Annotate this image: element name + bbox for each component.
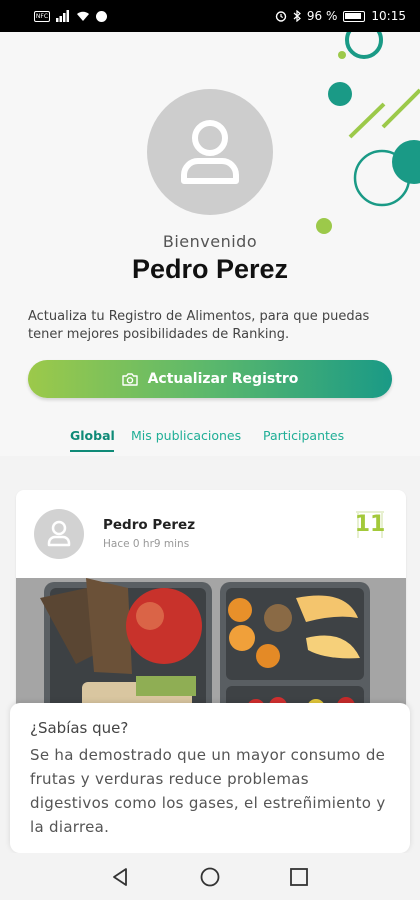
system-nav-bar: [0, 853, 420, 900]
welcome-text: Bienvenido: [162, 232, 258, 251]
user-icon: [47, 520, 71, 547]
tab-my-posts[interactable]: Mis publicaciones: [131, 428, 241, 443]
profile-avatar[interactable]: [147, 89, 273, 215]
notification-dot-icon: [96, 10, 107, 22]
tip-title: ¿Sabías que?: [30, 719, 129, 737]
user-name: Pedro Perez: [131, 254, 289, 284]
wifi-icon: [77, 11, 89, 21]
battery-percent: 96 %: [306, 9, 338, 23]
active-tab-indicator: [70, 450, 114, 452]
post-author-name: Pedro Perez: [103, 517, 196, 533]
battery-icon: [343, 10, 366, 22]
update-record-button[interactable]: Actualizar Registro: [28, 360, 392, 398]
post-timestamp: Hace 0 hr9 mins: [103, 538, 190, 550]
home-icon[interactable]: [198, 865, 222, 889]
status-bar: NFC 96 % 10:15: [0, 0, 420, 32]
user-icon: [181, 120, 239, 184]
signal-icon: [56, 10, 69, 22]
did-you-know-card: ¿Sabías que? Se ha demostrado que un may…: [10, 703, 410, 853]
nfc-icon: NFC: [34, 10, 50, 22]
feed-tabs: Global Mis publicaciones Participantes: [0, 424, 420, 454]
clock: 10:15: [371, 9, 406, 23]
update-description: Actualiza tu Registro de Alimentos, para…: [28, 309, 370, 342]
tip-body: Se ha demostrado que un mayor consumo de…: [30, 746, 386, 836]
post-author-avatar[interactable]: [34, 509, 84, 559]
camera-icon: [121, 373, 138, 386]
tab-participants[interactable]: Participantes: [263, 428, 344, 443]
back-icon[interactable]: [109, 865, 133, 889]
update-record-label: Actualizar Registro: [147, 371, 299, 387]
alarm-icon: [275, 11, 287, 22]
profile-header: Bienvenido Pedro Perez Actualiza tu Regi…: [0, 32, 420, 456]
rank-number: 11: [354, 512, 386, 537]
tab-global[interactable]: Global: [70, 428, 115, 443]
recents-icon[interactable]: [287, 865, 311, 889]
bluetooth-icon: [293, 10, 301, 22]
rank-badge: 11: [352, 508, 388, 544]
